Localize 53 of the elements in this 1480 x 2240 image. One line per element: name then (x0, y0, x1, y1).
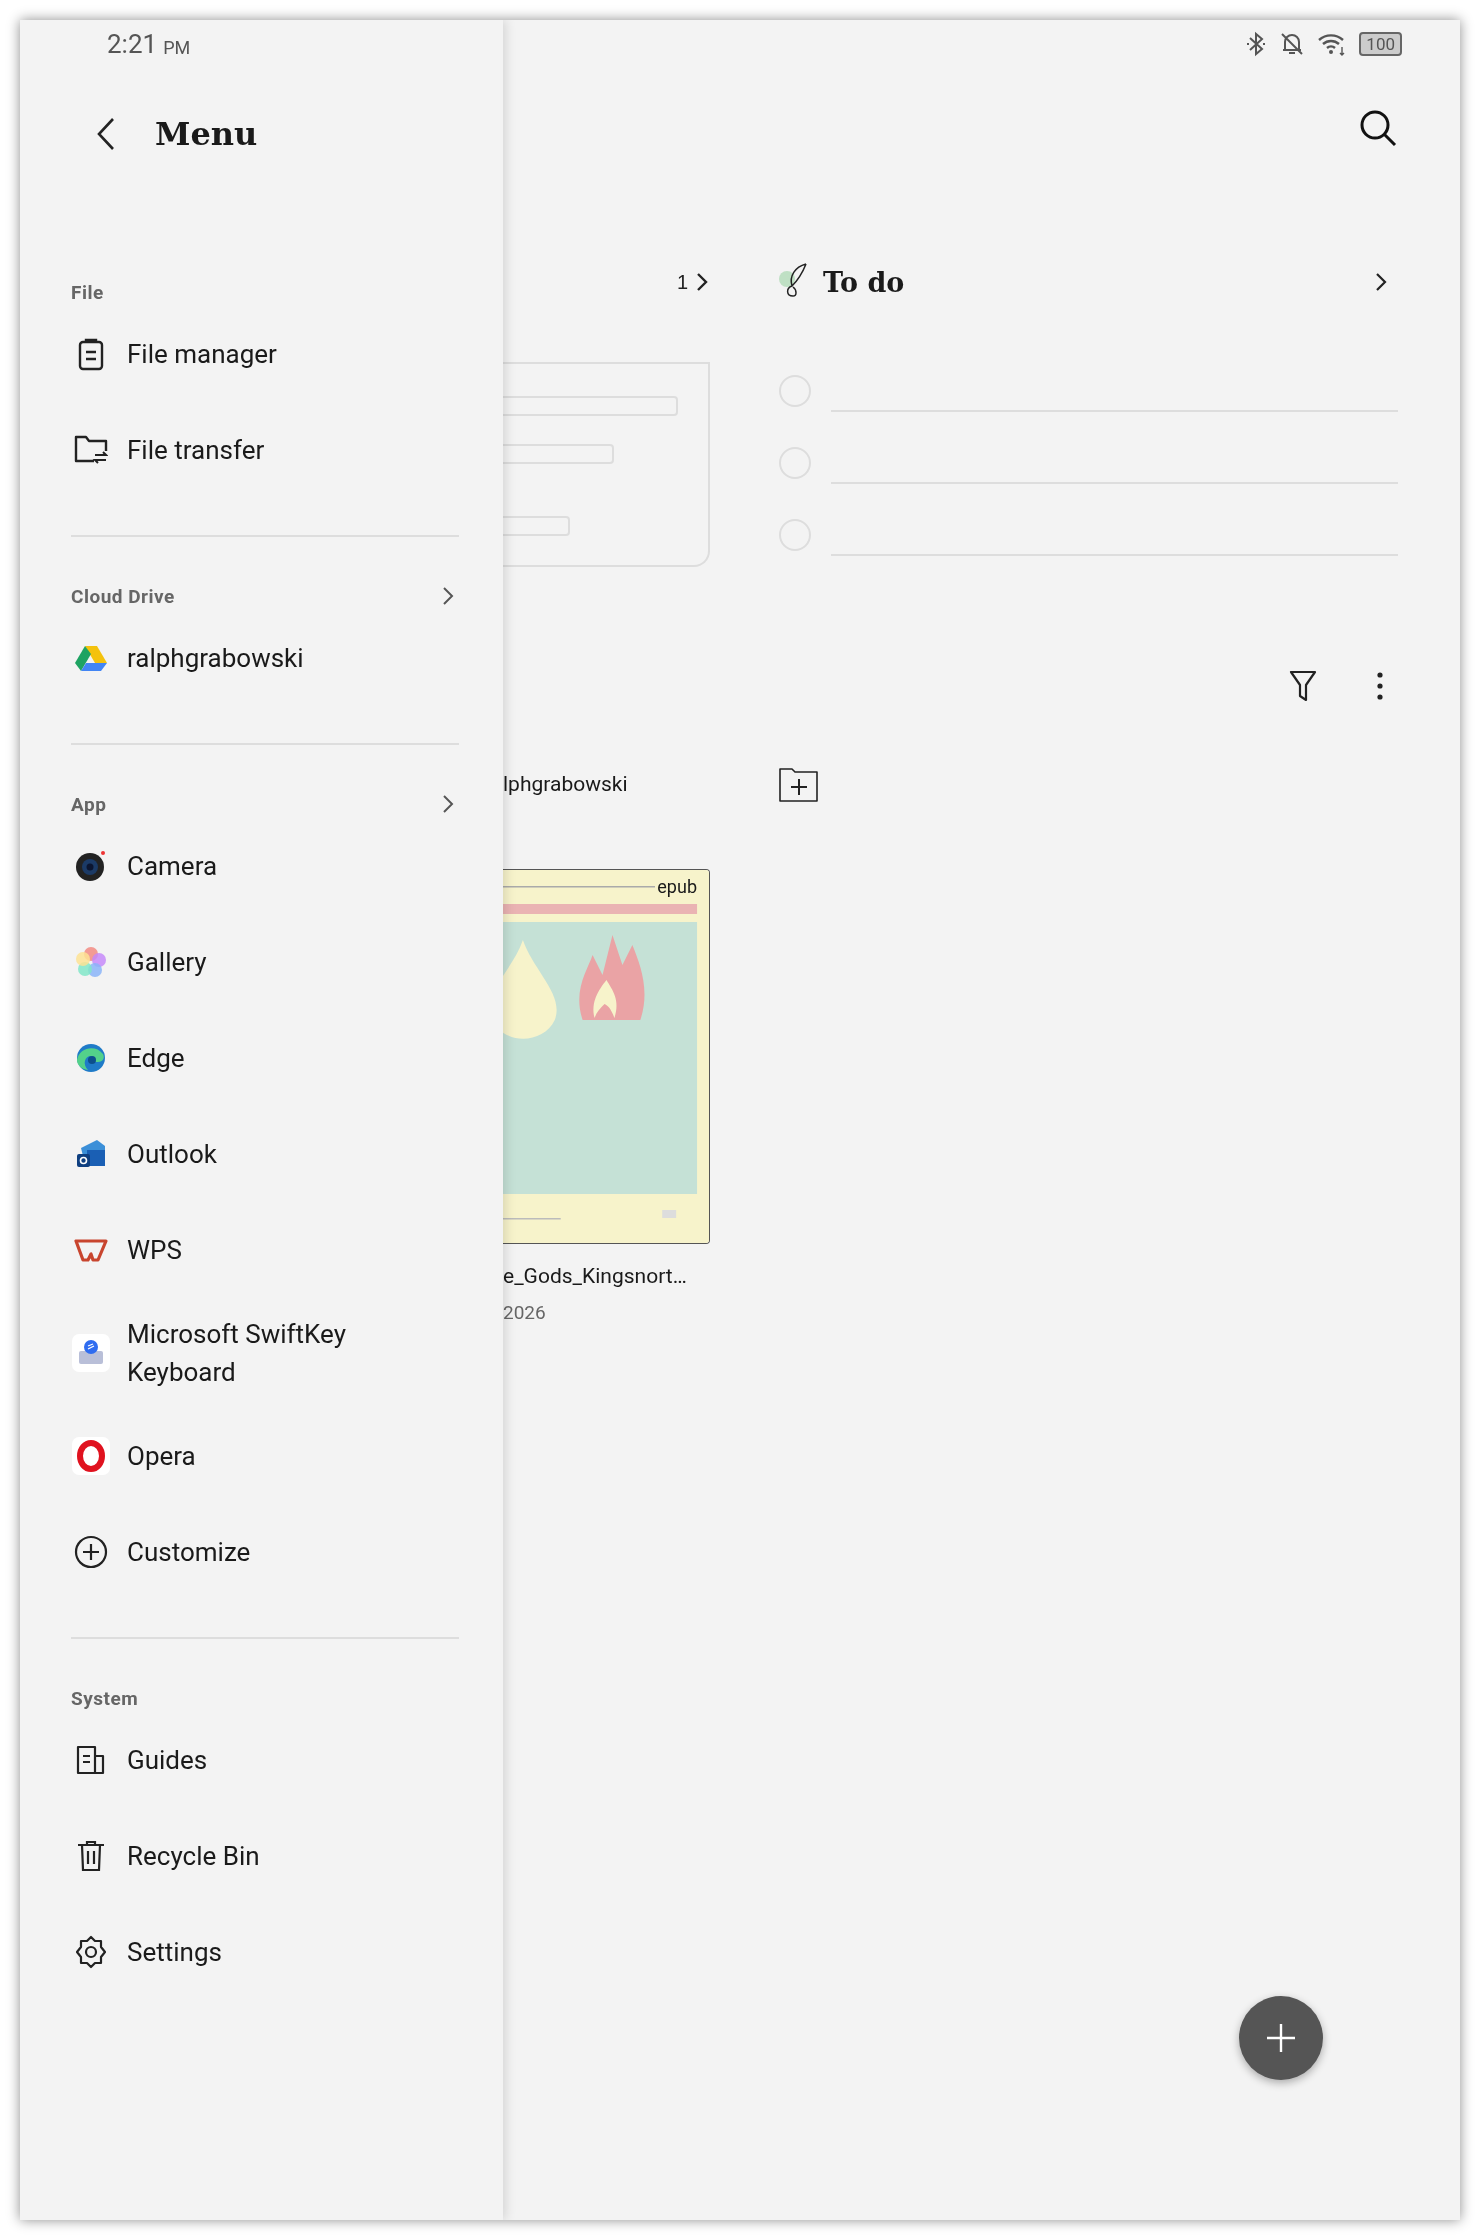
ring-icon (72, 1437, 110, 1475)
book-cover[interactable]: epub (503, 869, 710, 1244)
menu-item[interactable]: Outlook (71, 1106, 459, 1202)
swirl-icon (75, 1042, 107, 1074)
section-label: Cloud Drive (71, 584, 175, 608)
add-button[interactable] (1239, 1996, 1323, 2080)
w-logo-icon (74, 1237, 108, 1263)
bluetooth-icon (1245, 31, 1268, 57)
section-label: System (71, 1686, 139, 1710)
keyboard-icon (72, 1334, 110, 1372)
clipboard-icon (76, 337, 106, 371)
menu-item[interactable]: Customize (71, 1504, 459, 1600)
notes-count-link[interactable]: 1 (676, 270, 710, 294)
flower-icon (75, 946, 107, 978)
menu-title: Menu (155, 115, 258, 153)
settings-icon (74, 1935, 108, 1969)
plus-circle-icon (74, 1535, 108, 1569)
document-icon (75, 1744, 107, 1776)
section-label: App (71, 792, 107, 816)
file-date: 2026 (503, 1300, 547, 1326)
menu-item[interactable]: WPS (71, 1202, 459, 1298)
filter-icon[interactable] (1288, 669, 1318, 703)
menu-item[interactable]: Gallery (71, 914, 459, 1010)
menu-item[interactable]: Recycle Bin (71, 1808, 459, 1904)
envelope-icon (75, 1138, 107, 1170)
camera-lens-icon (75, 850, 107, 882)
file-type-badge: epub (655, 876, 699, 897)
menu-item[interactable]: Edge (71, 1010, 459, 1106)
triangle-logo-icon (75, 644, 107, 672)
menu-item[interactable]: Opera (71, 1408, 459, 1504)
status-time: 2:21 PM (106, 28, 191, 61)
search-icon[interactable] (1358, 108, 1398, 148)
more-icon[interactable] (1376, 671, 1384, 701)
chevron-right-icon[interactable] (441, 793, 455, 815)
menu-item[interactable]: ralphgrabowski (71, 610, 459, 706)
menu-item[interactable]: File transfer (71, 402, 459, 498)
battery-icon: 100 (1359, 32, 1402, 56)
trash-icon (76, 1840, 106, 1872)
todo-title: To do (823, 266, 906, 298)
menu-item[interactable]: Guides (71, 1712, 459, 1808)
chevron-right-icon (694, 271, 710, 293)
menu-item[interactable]: File manager (71, 306, 459, 402)
plus-icon (1264, 2021, 1298, 2055)
menu-item[interactable]: Camera (71, 818, 459, 914)
file-name: e_Gods_Kingsnort… (503, 1263, 688, 1290)
new-folder-icon[interactable] (778, 765, 820, 803)
folder-icon (74, 434, 108, 466)
menu-item[interactable]: Microsoft SwiftKey Keyboard (71, 1298, 459, 1408)
back-icon[interactable] (95, 116, 117, 152)
menu-item[interactable]: Settings (71, 1904, 459, 2000)
section-label: File (71, 280, 104, 304)
account-name: lphgrabowski (503, 772, 629, 796)
chevron-right-icon[interactable] (441, 585, 455, 607)
